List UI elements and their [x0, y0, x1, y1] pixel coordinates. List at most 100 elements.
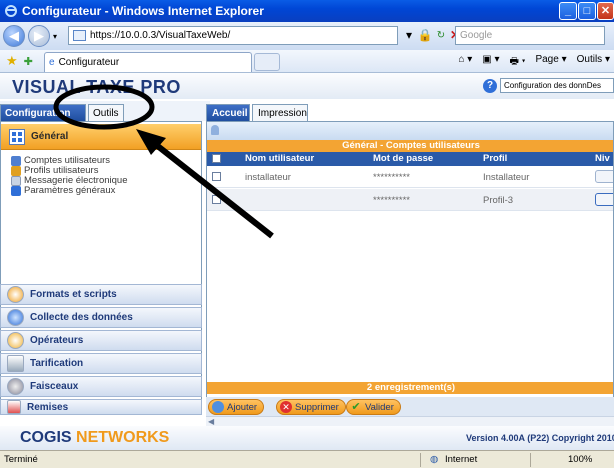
accordion-label: Opérateurs	[30, 335, 84, 346]
address-url: https://10.0.0.3/VisualTaxeWeb/	[90, 30, 231, 41]
minimize-button[interactable]: _	[559, 2, 577, 20]
version-info: Version 4.00A (P22) Copyright 2010	[466, 433, 614, 443]
window-title: Configurateur - Windows Internet Explore…	[22, 4, 264, 18]
users-icon	[11, 155, 21, 166]
configuration-select[interactable]: Configuration des donnDes	[500, 78, 614, 93]
back-button[interactable]: ◀	[3, 25, 25, 47]
close-window-button[interactable]: ✕	[597, 2, 614, 20]
window-title-bar: Configurateur - Windows Internet Explore…	[0, 0, 614, 22]
column-header-user[interactable]: Nom utilisateur	[245, 153, 314, 164]
print-icon[interactable]: 🖶 ▾	[510, 54, 526, 71]
browser-tab[interactable]: e Configurateur	[44, 52, 252, 72]
row-level-button[interactable]	[595, 193, 613, 206]
general-section-header[interactable]: Général	[1, 124, 201, 150]
tab-outils[interactable]: Outils	[88, 104, 124, 121]
help-icon[interactable]: ?	[483, 79, 497, 93]
history-dropdown-icon[interactable]: ▾	[53, 32, 57, 41]
search-input[interactable]: Google	[455, 26, 605, 45]
zone-text: Internet	[445, 454, 478, 465]
grid-icon	[9, 129, 25, 145]
new-tab-button[interactable]	[254, 53, 280, 71]
record-count: 2 enregistrement(s)	[207, 382, 613, 394]
left-tab-strip: Configuration Outils	[0, 101, 210, 121]
tab-impression[interactable]: Impression	[252, 104, 308, 121]
menu-item-label: Paramètres généraux	[24, 185, 116, 196]
footer-brand: COGIS NETWORKS	[20, 429, 169, 447]
row-checkbox[interactable]	[212, 172, 221, 181]
content-toolbar	[207, 122, 613, 140]
table-row[interactable]: installateur ********** Installateur	[207, 166, 613, 188]
mail-icon	[11, 175, 21, 186]
operators-icon	[7, 332, 24, 349]
row-profile: Installateur	[483, 172, 530, 183]
accordion-faisceaux[interactable]: Faisceaux	[0, 376, 202, 397]
menu-item-parametres[interactable]: Paramètres généraux	[11, 185, 115, 196]
row-level-button[interactable]	[595, 170, 613, 183]
accordion-formats[interactable]: Formats et scripts	[0, 284, 202, 305]
tab-ie-icon: e	[49, 57, 55, 68]
status-text: Terminé	[4, 454, 38, 465]
app-area: VISUAL TAXE PRO ? Configuration des donn…	[0, 73, 614, 450]
app-footer: COGIS NETWORKS Version 4.00A (P22) Copyr…	[0, 426, 614, 450]
feeds-icon[interactable]: ▣ ▾	[482, 54, 499, 71]
scroll-left-icon[interactable]: ◀	[208, 417, 214, 426]
app-header: VISUAL TAXE PRO ? Configuration des donn…	[0, 73, 614, 99]
accordion-operateurs[interactable]: Opérateurs	[0, 330, 202, 351]
accordion-collecte[interactable]: Collecte des données	[0, 307, 202, 328]
accordion-label: Formats et scripts	[30, 289, 117, 300]
page-menu-label: Page	[535, 54, 559, 65]
add-icon	[212, 401, 224, 413]
row-password: **********	[373, 172, 410, 183]
table-header: Nom utilisateur Mot de passe Profil Niv	[207, 152, 613, 166]
column-header-level[interactable]: Niv	[595, 153, 610, 164]
general-label: Général	[31, 131, 69, 142]
row-password: **********	[373, 195, 410, 206]
discount-icon	[7, 400, 21, 414]
status-bar: Terminé ◍ Internet 100%	[0, 450, 614, 468]
select-all-checkbox[interactable]	[212, 154, 221, 163]
horizontal-scrollbar[interactable]: ◀	[206, 416, 614, 426]
calculator-icon	[7, 355, 24, 372]
delete-button[interactable]: ✕ Supprimer	[276, 399, 346, 415]
accordion-remises[interactable]: Remises	[0, 399, 202, 415]
footer-brand-b: NETWORKS	[76, 429, 170, 446]
row-profile: Profil-3	[483, 195, 514, 206]
validate-button[interactable]: ✔ Valider	[346, 399, 401, 415]
user-icon	[211, 125, 219, 135]
zone-globe-icon: ◍	[430, 454, 439, 465]
address-toolbar: ◀ ▶ ▾ https://10.0.0.3/VisualTaxeWeb/ ▾ …	[0, 22, 614, 50]
left-navigation-panel: Général Comptes utilisateurs Profils uti…	[0, 121, 202, 415]
row-user: installateur	[245, 172, 291, 183]
table-row[interactable]: ********** Profil-3	[207, 189, 613, 211]
content-panel: Général - Comptes utilisateurs Nom utili…	[206, 121, 614, 411]
zoom-level[interactable]: 100%	[568, 454, 592, 465]
column-header-profile[interactable]: Profil	[483, 153, 507, 164]
command-bar: ⌂ ▾ ▣ ▾ 🖶 ▾ Page ▾ Outils ▾	[458, 54, 610, 71]
network-icon	[7, 378, 24, 395]
address-bar[interactable]: https://10.0.0.3/VisualTaxeWeb/	[68, 26, 398, 45]
tab-accueil[interactable]: Accueil	[206, 104, 250, 121]
action-button-row: Ajouter ✕ Supprimer ✔ Valider	[206, 397, 614, 417]
accordion-label: Faisceaux	[30, 381, 79, 392]
add-button[interactable]: Ajouter	[208, 399, 265, 415]
add-favorites-icon[interactable]: ✚	[24, 55, 33, 68]
row-checkbox[interactable]	[212, 195, 221, 204]
tab-configuration[interactable]: Configuration	[0, 104, 86, 121]
add-button-label: Ajouter	[227, 401, 258, 413]
accordion-label: Collecte des données	[30, 312, 133, 323]
page-menu[interactable]: Page ▾	[535, 54, 566, 71]
check-icon: ✔	[351, 401, 361, 413]
status-divider	[420, 453, 421, 467]
forward-button[interactable]: ▶	[28, 25, 50, 47]
tools-menu[interactable]: Outils ▾	[577, 54, 610, 71]
globe-icon	[7, 309, 24, 326]
delete-icon: ✕	[280, 401, 292, 413]
home-icon[interactable]: ⌂ ▾	[458, 54, 472, 71]
accordion-tarification[interactable]: Tarification	[0, 353, 202, 374]
favorites-star-icon[interactable]: ★	[6, 53, 18, 69]
maximize-button[interactable]: □	[578, 2, 596, 20]
accordion-label: Tarification	[30, 358, 84, 369]
gears-icon	[7, 286, 24, 303]
column-header-password[interactable]: Mot de passe	[373, 153, 433, 164]
status-divider	[530, 453, 531, 467]
